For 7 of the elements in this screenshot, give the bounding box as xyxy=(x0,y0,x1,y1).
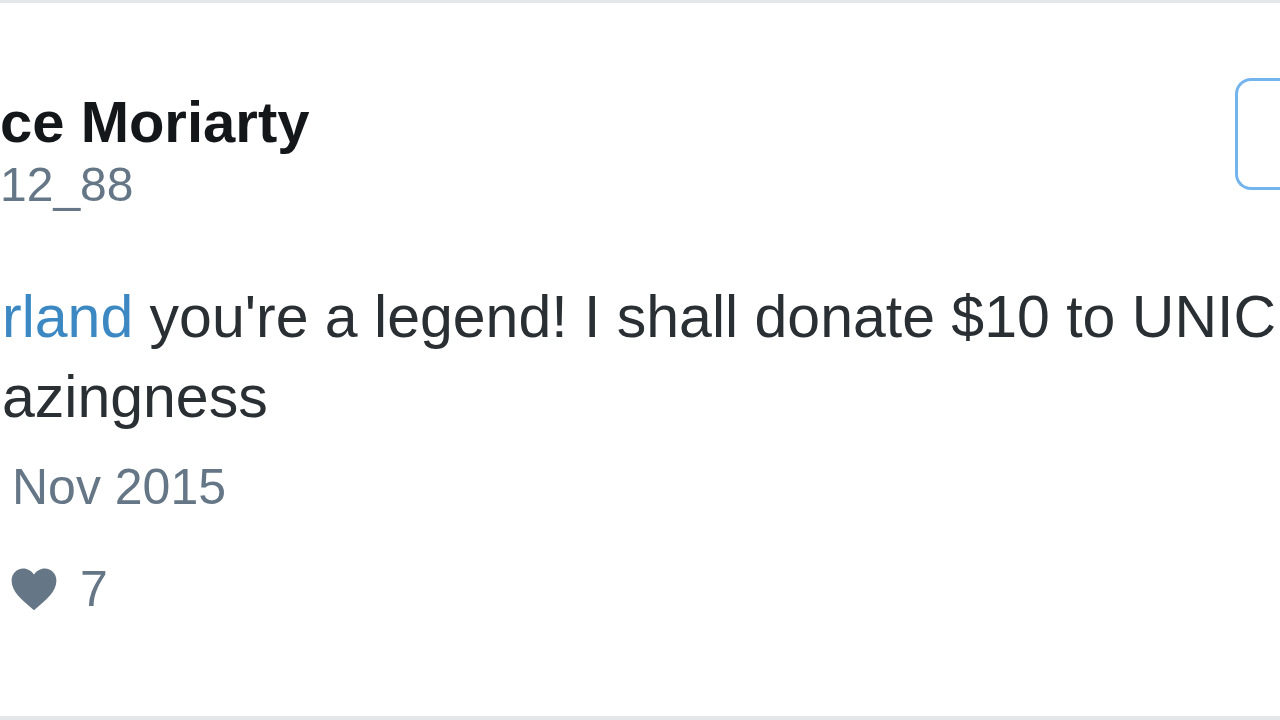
user-name: ce Moriarty xyxy=(0,89,310,155)
heart-icon[interactable] xyxy=(10,567,58,611)
mention-link[interactable]: rland xyxy=(2,284,134,350)
tweet-text: rland you're a legend! I shall donate $10 to UNIC azingness xyxy=(1,283,1276,432)
like-count: 7 xyxy=(80,560,108,619)
user-handle: 12_88 xyxy=(0,158,135,212)
tweet-date: Nov 2015 xyxy=(12,458,227,517)
